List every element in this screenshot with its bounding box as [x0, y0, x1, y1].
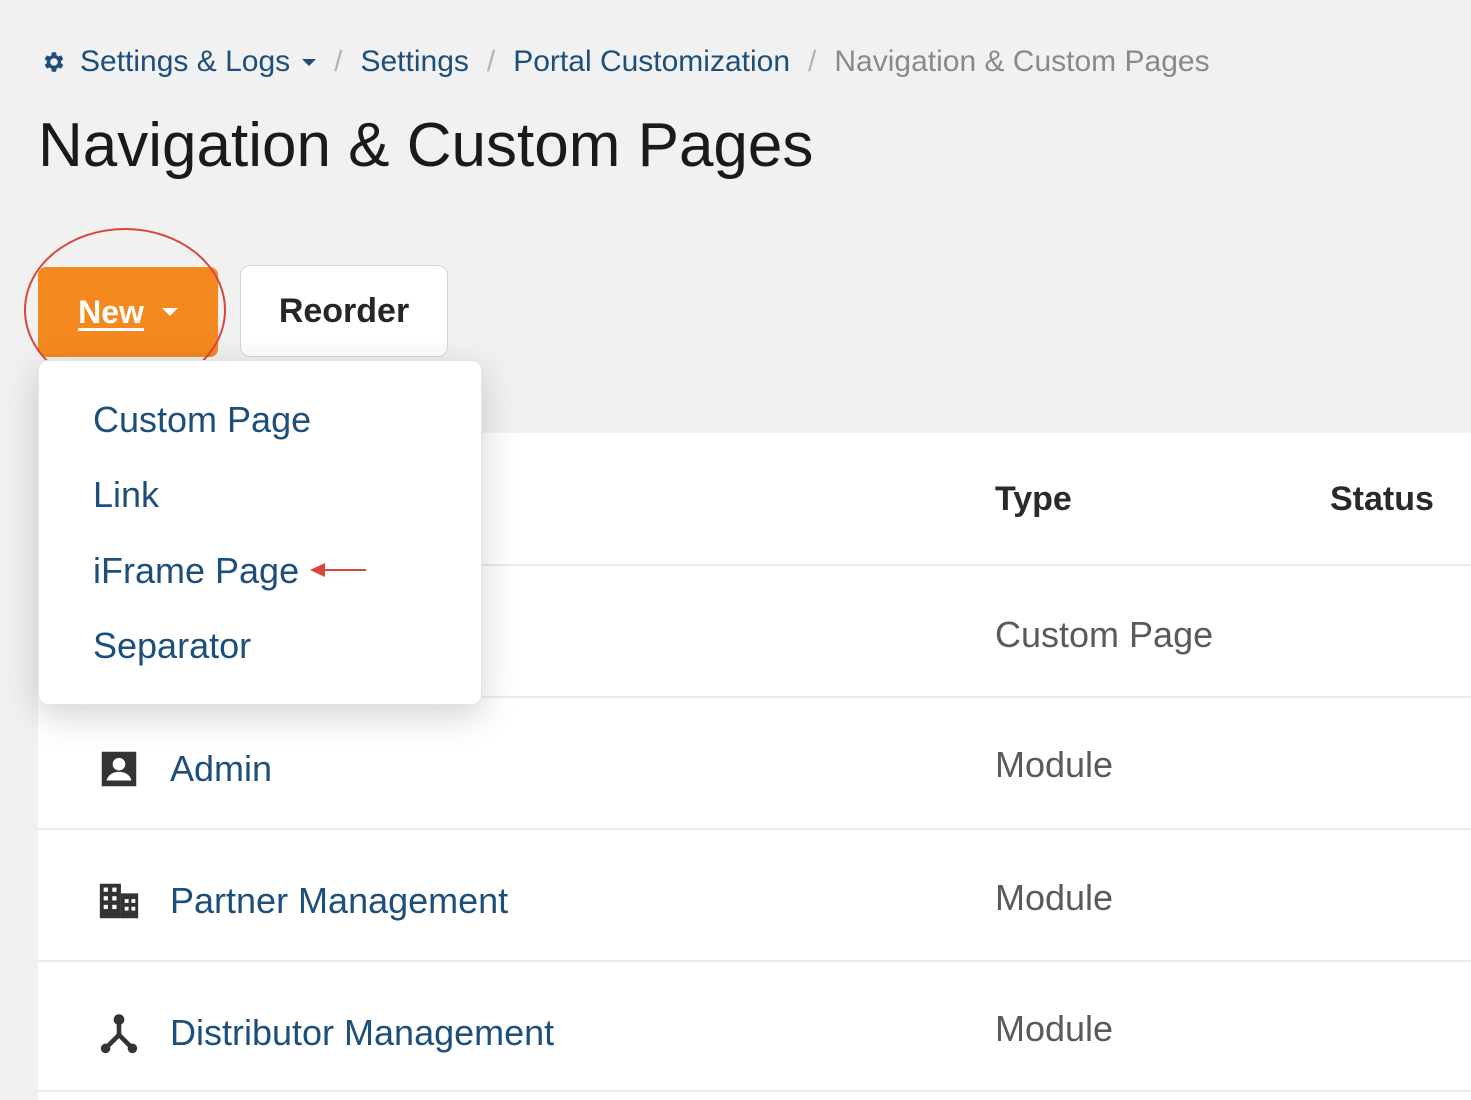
breadcrumb: Settings & Logs / Settings / Portal Cust… [40, 42, 1210, 82]
table-row-distributor-management[interactable]: Distributor Management [96, 1010, 554, 1056]
caret-down-icon [161, 308, 178, 316]
contact-card-icon [101, 751, 137, 787]
row-name-label: Distributor Management [170, 1012, 555, 1053]
column-header-status[interactable]: Status [1330, 480, 1434, 519]
breadcrumb-root-label: Settings & Logs [80, 45, 291, 78]
breadcrumb-current: Navigation & Custom Pages [834, 45, 1210, 78]
row-type: Module [995, 877, 1114, 918]
reorder-button[interactable]: Reorder [240, 265, 448, 357]
arrow-left-icon [310, 563, 366, 577]
new-button-label: New [78, 293, 144, 330]
breadcrumb-settings-logs[interactable]: Settings & Logs [40, 45, 317, 79]
building-icon [99, 883, 139, 919]
row-type: Custom Page [995, 614, 1214, 655]
breadcrumb-separator: / [808, 45, 817, 78]
breadcrumb-separator: / [486, 45, 496, 78]
new-dropdown-menu: Custom Page Link iFrame Page Separator [38, 360, 482, 705]
breadcrumb-portal-customization[interactable]: Portal Customization [513, 45, 790, 79]
table-row-partner-management[interactable]: Partner Management [96, 878, 508, 924]
page-title: Navigation & Custom Pages [38, 111, 814, 180]
menu-item-custom-page[interactable]: Custom Page [93, 399, 311, 441]
menu-item-separator[interactable]: Separator [93, 625, 251, 667]
row-divider [38, 828, 1471, 830]
row-type: Module [995, 1008, 1114, 1049]
row-divider [38, 960, 1471, 962]
new-button[interactable]: New [38, 267, 218, 357]
hierarchy-icon [100, 1014, 138, 1054]
row-name-label: Partner Management [170, 880, 509, 921]
menu-item-link[interactable]: Link [93, 474, 159, 516]
chevron-down-icon [302, 58, 317, 66]
row-divider [38, 1090, 1471, 1092]
breadcrumb-settings[interactable]: Settings [360, 45, 468, 79]
row-type: Module [995, 744, 1114, 785]
menu-item-iframe-page[interactable]: iFrame Page [93, 550, 299, 592]
row-name-label: Admin [170, 748, 273, 789]
breadcrumb-separator: / [334, 45, 343, 78]
gear-icon [44, 52, 64, 72]
table-row-admin[interactable]: Admin [96, 746, 272, 792]
column-header-type[interactable]: Type [995, 480, 1072, 519]
